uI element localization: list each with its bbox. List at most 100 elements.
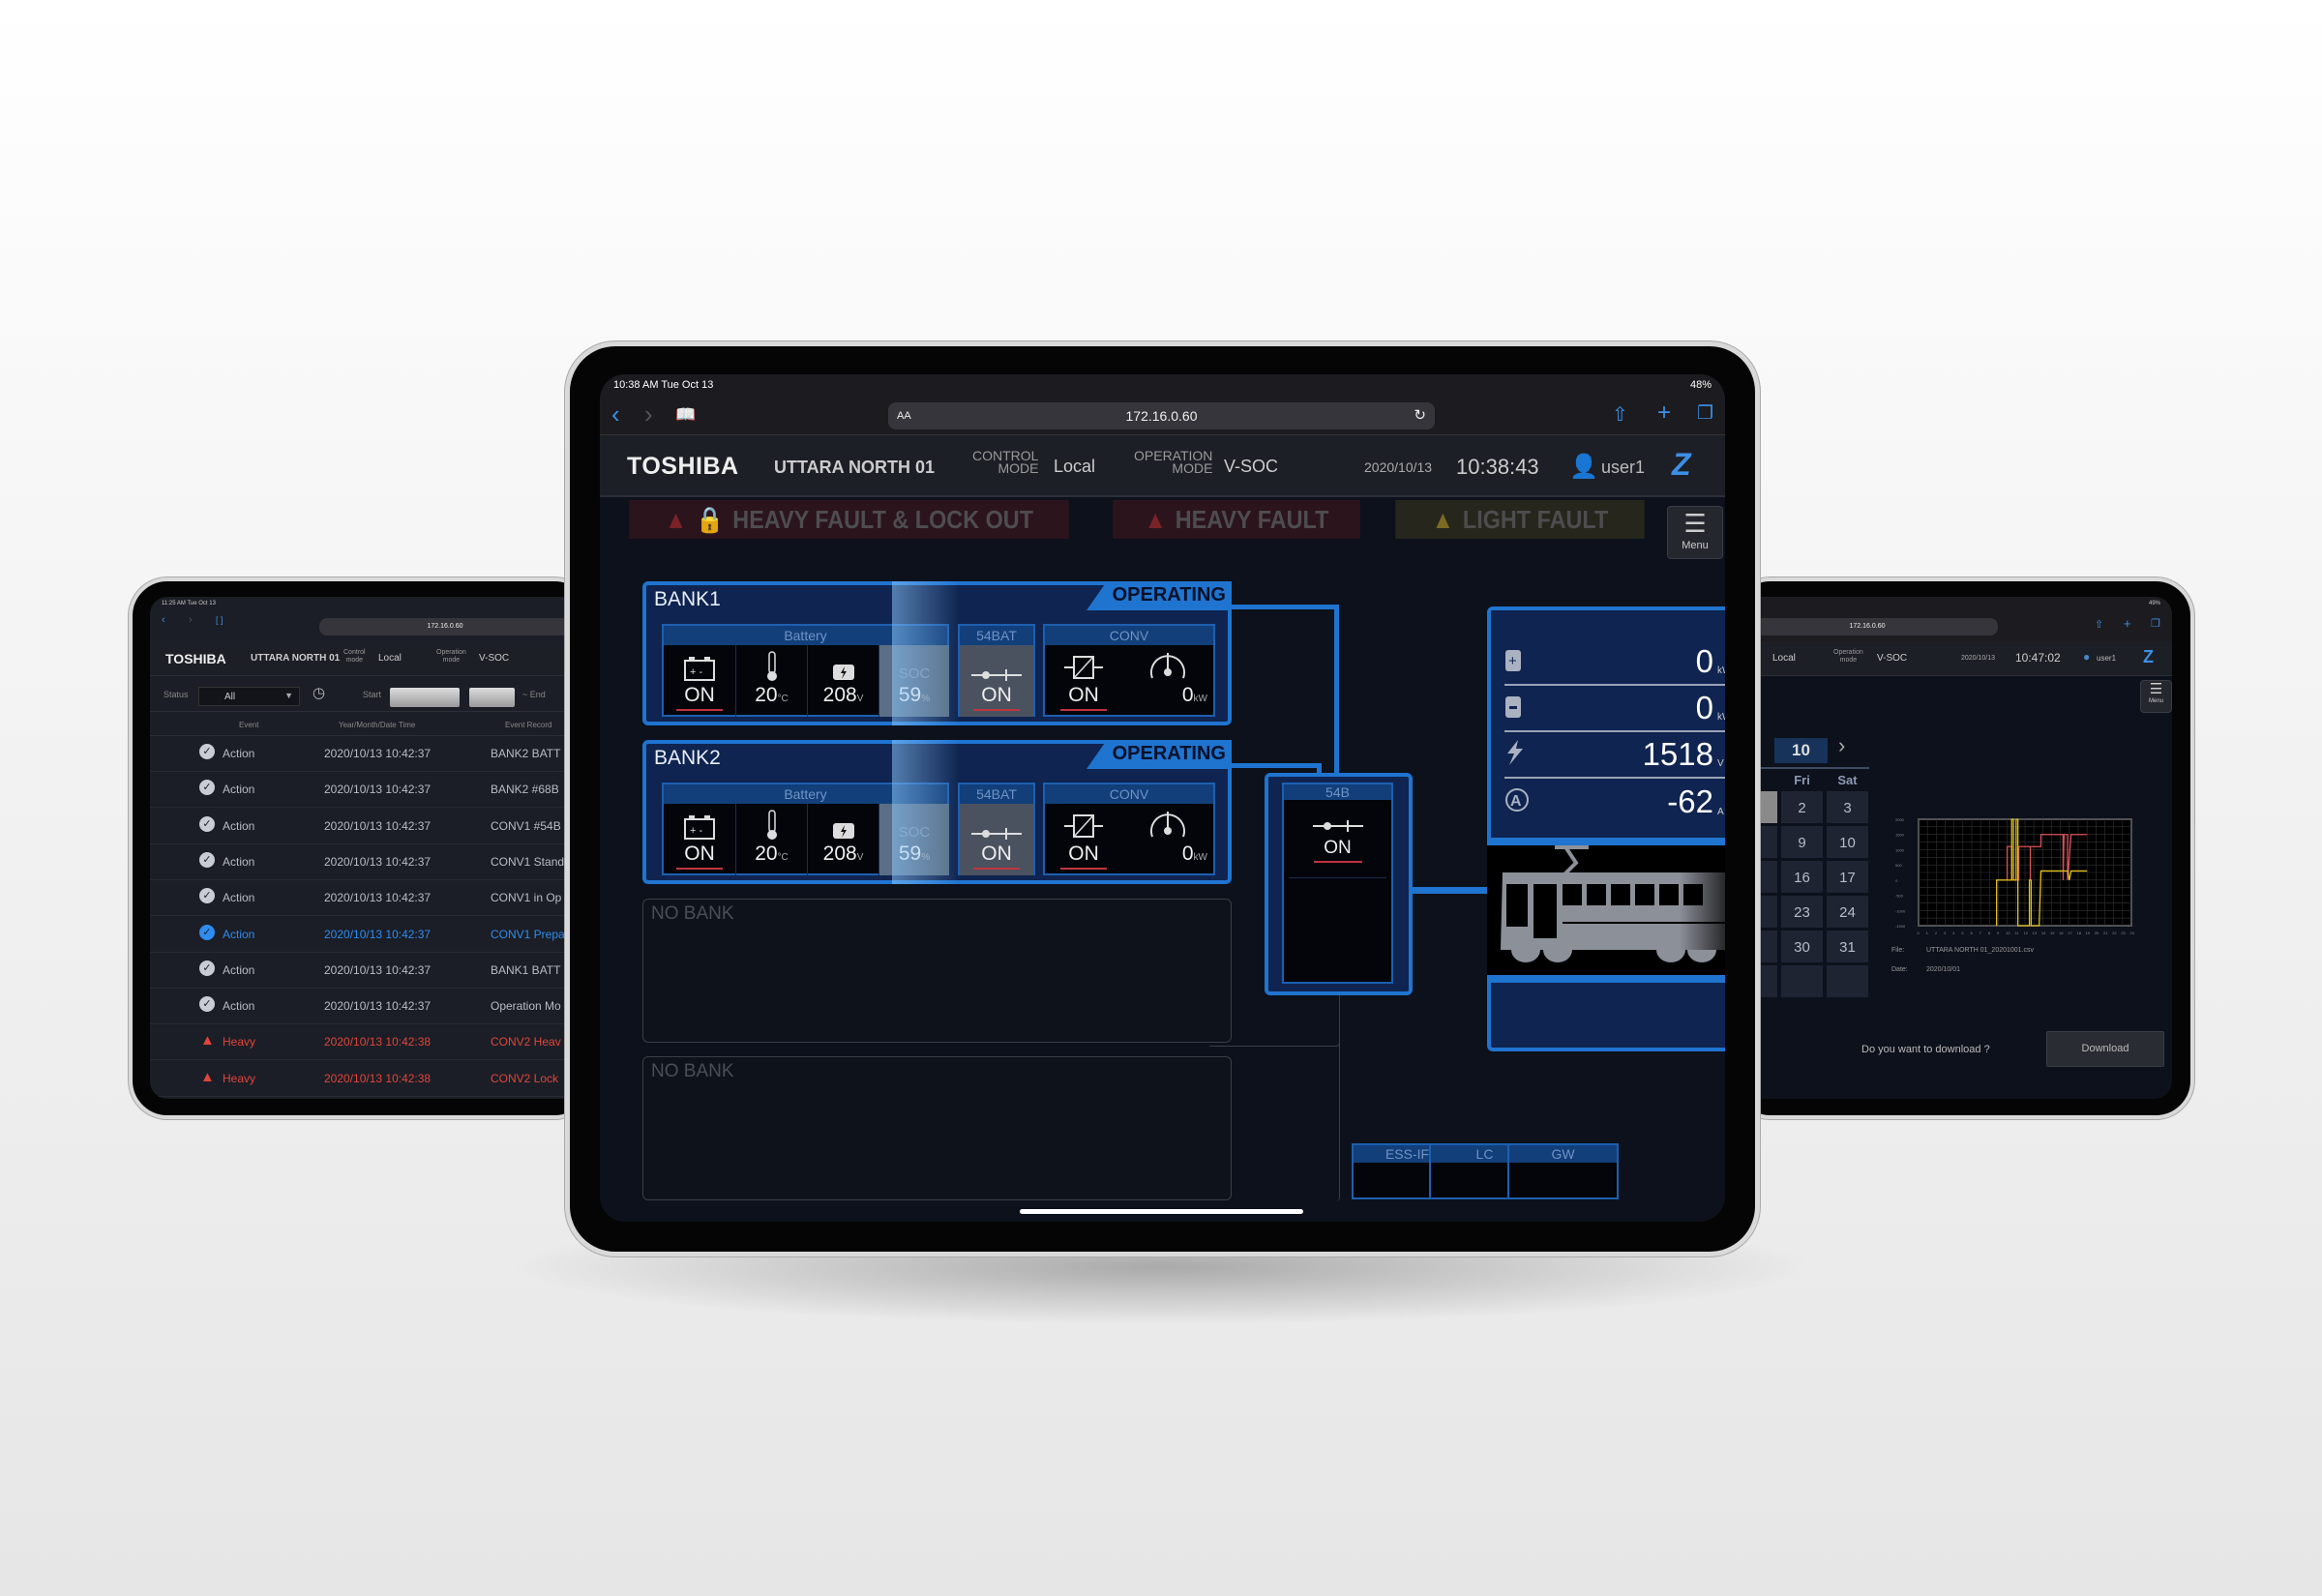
check-icon: ✓ bbox=[199, 744, 215, 759]
main-breaker-panel[interactable]: 54B ON bbox=[1265, 773, 1413, 995]
event-row[interactable]: ✓ Action 2020/10/13 10:42:37 CONV1 Stand bbox=[150, 844, 566, 880]
fault-heavy[interactable]: ▲ HEAVY FAULT bbox=[1113, 500, 1360, 539]
event-record: BANK1 BATT bbox=[491, 962, 561, 977]
x-tick-label: 11 bbox=[2014, 931, 2019, 935]
calendar-day[interactable]: 23 bbox=[1780, 895, 1824, 929]
x-tick-label: 22 bbox=[2112, 931, 2117, 935]
converter-group[interactable]: CONV ON 0kW bbox=[1043, 783, 1215, 875]
calendar-day[interactable]: 3 bbox=[1826, 790, 1869, 824]
calendar-day[interactable]: 2 bbox=[1780, 790, 1824, 824]
file-name: UTTARA NORTH 01_20201001.csv bbox=[1926, 947, 2035, 954]
event-row[interactable]: ✓ Action 2020/10/13 10:42:37 BANK1 BATT bbox=[150, 953, 566, 989]
event-row[interactable]: ✓ Action 2020/10/13 10:42:37 BANK2 BATT bbox=[150, 736, 566, 772]
event-row[interactable]: ✓ Action 2020/10/13 10:42:37 CONV1 in Op bbox=[150, 880, 566, 917]
weekday-header: Fri bbox=[1794, 773, 1810, 787]
temperature-value: 20 bbox=[755, 842, 778, 865]
share-icon[interactable]: ⇧ bbox=[1612, 402, 1628, 427]
forward-icon[interactable]: › bbox=[189, 614, 193, 626]
event-row[interactable]: ✓ Action 2020/10/13 10:42:37 CONV1 #54B bbox=[150, 809, 566, 844]
check-icon: ✓ bbox=[199, 780, 215, 796]
control-mode-value: Local bbox=[378, 653, 402, 664]
event-datetime: 2020/10/13 10:42:37 bbox=[324, 818, 432, 833]
bookmarks-icon[interactable]: [ ] bbox=[216, 615, 223, 625]
user-icon[interactable]: ● bbox=[2083, 650, 2090, 664]
battery-breaker-group[interactable]: 54BAT ON bbox=[958, 624, 1035, 717]
menu-button[interactable]: ☰ Menu bbox=[2140, 680, 2172, 713]
user-name[interactable]: user1 bbox=[1601, 458, 1645, 478]
status-filter-select[interactable]: All ▼ bbox=[198, 687, 300, 706]
fault-label: HEAVY FAULT bbox=[1175, 504, 1329, 534]
fault-label: HEAVY FAULT & LOCK OUT bbox=[732, 504, 1034, 534]
power-gauge-icon bbox=[1122, 804, 1213, 841]
event-datetime: 2020/10/13 10:42:37 bbox=[324, 999, 432, 1014]
thermometer-icon bbox=[736, 645, 807, 682]
right-url-field[interactable]: 172.16.0.60 bbox=[1756, 618, 1998, 635]
fault-light[interactable]: ▲ LIGHT FAULT bbox=[1395, 500, 1645, 539]
temperature-unit: °C bbox=[777, 852, 789, 863]
calendar-day[interactable]: 24 bbox=[1826, 895, 1869, 929]
event-row[interactable]: ✓ Action 2020/10/13 10:42:37 Operation Mo bbox=[150, 989, 566, 1025]
svg-text:+: + bbox=[1508, 653, 1517, 669]
file-label: File: bbox=[1891, 947, 1905, 954]
measurement-row: 1518 V bbox=[1504, 732, 1725, 779]
calendar-day[interactable]: 31 bbox=[1826, 930, 1869, 963]
calendar-day[interactable]: 9 bbox=[1780, 825, 1824, 859]
battery-breaker-group[interactable]: 54BAT ON bbox=[958, 783, 1035, 875]
text-size-button[interactable]: AA bbox=[897, 402, 911, 429]
logout-icon[interactable]: Z bbox=[1672, 447, 1691, 483]
new-tab-icon[interactable]: + bbox=[2124, 616, 2131, 631]
clock-time: 10:38:43 bbox=[1456, 455, 1539, 479]
calendar-day[interactable]: 17 bbox=[1826, 860, 1869, 894]
calendar-day[interactable]: 10 bbox=[1826, 825, 1869, 859]
converter-group[interactable]: CONV ON 0kW bbox=[1043, 624, 1215, 717]
logout-icon[interactable]: Z bbox=[2143, 647, 2154, 667]
event-row[interactable]: ▲ Heavy 2020/10/13 10:42:38 CONV2 Heav bbox=[150, 1024, 566, 1061]
bank-panel[interactable]: BANK2 OPERATING Battery + - ON 20°C 208V … bbox=[642, 740, 1232, 884]
start-time-select[interactable] bbox=[469, 688, 515, 707]
x-tick-label: 10 bbox=[2006, 931, 2010, 935]
event-row[interactable]: ▲ Heavy 2020/10/13 10:42:38 CONV2 Lock bbox=[150, 1061, 566, 1097]
menu-button[interactable]: ☰ Menu bbox=[1667, 506, 1723, 559]
left-url-field[interactable]: 172.16.0.60 bbox=[319, 618, 566, 635]
event-row[interactable]: ✓ Action 2020/10/13 10:42:37 BANK2 #68B bbox=[150, 772, 566, 809]
calendar-day[interactable]: 30 bbox=[1780, 930, 1824, 963]
reload-icon[interactable]: ↻ bbox=[1414, 402, 1426, 429]
warning-icon: ▲ bbox=[200, 1032, 215, 1049]
event-datetime: 2020/10/13 10:42:37 bbox=[324, 962, 432, 977]
breaker-switch-icon bbox=[1284, 819, 1391, 838]
event-row[interactable]: ✓ Action 2020/10/13 10:42:37 CONV1 Prepa bbox=[150, 917, 566, 953]
converter-state: ON bbox=[1068, 842, 1099, 865]
bank-panel[interactable]: BANK1 OPERATING Battery + - ON 20°C 208V … bbox=[642, 581, 1232, 725]
forward-icon[interactable]: › bbox=[644, 399, 653, 429]
next-month-icon[interactable]: › bbox=[1838, 733, 1845, 758]
calendar-day[interactable]: 16 bbox=[1780, 860, 1824, 894]
tabs-icon[interactable]: ❐ bbox=[1697, 402, 1713, 425]
comm-status-gw[interactable]: GW bbox=[1507, 1143, 1619, 1199]
svg-text:+ -: + - bbox=[690, 666, 702, 678]
back-icon[interactable]: ‹ bbox=[162, 614, 165, 626]
power-value: 0 bbox=[1181, 842, 1194, 865]
home-indicator[interactable] bbox=[1020, 1209, 1303, 1214]
bookmarks-icon[interactable]: 📖 bbox=[675, 405, 696, 425]
start-date-select[interactable] bbox=[390, 688, 460, 707]
back-icon[interactable]: ‹ bbox=[611, 399, 620, 429]
bank-name: BANK2 bbox=[654, 747, 721, 769]
new-tab-icon[interactable]: + bbox=[1657, 399, 1671, 427]
download-button[interactable]: Download bbox=[2046, 1031, 2164, 1067]
user-name[interactable]: user1 bbox=[2097, 654, 2116, 663]
measurement-unit: A bbox=[1717, 807, 1724, 817]
fault-heavy-lockout[interactable]: ▲ 🔒 HEAVY FAULT & LOCK OUT bbox=[629, 500, 1069, 539]
user-icon[interactable]: 👤 bbox=[1569, 453, 1598, 481]
date: 2020/10/13 bbox=[1364, 459, 1433, 475]
calendar-day[interactable] bbox=[1826, 964, 1869, 998]
ampere-icon: A bbox=[1504, 787, 1530, 817]
measurement-row: +0 kWh bbox=[1504, 639, 1725, 686]
warning-icon: ▲ bbox=[200, 1068, 215, 1085]
calendar-day[interactable] bbox=[1780, 964, 1824, 998]
tabs-icon[interactable]: ❐ bbox=[2151, 617, 2160, 630]
breaker-state: ON bbox=[1324, 838, 1352, 858]
event-type: Heavy bbox=[223, 1071, 256, 1085]
url-field[interactable]: AA 172.16.0.60 ↻ bbox=[888, 402, 1435, 429]
share-icon[interactable]: ⇧ bbox=[2095, 618, 2103, 631]
converter-icon bbox=[1045, 645, 1122, 682]
